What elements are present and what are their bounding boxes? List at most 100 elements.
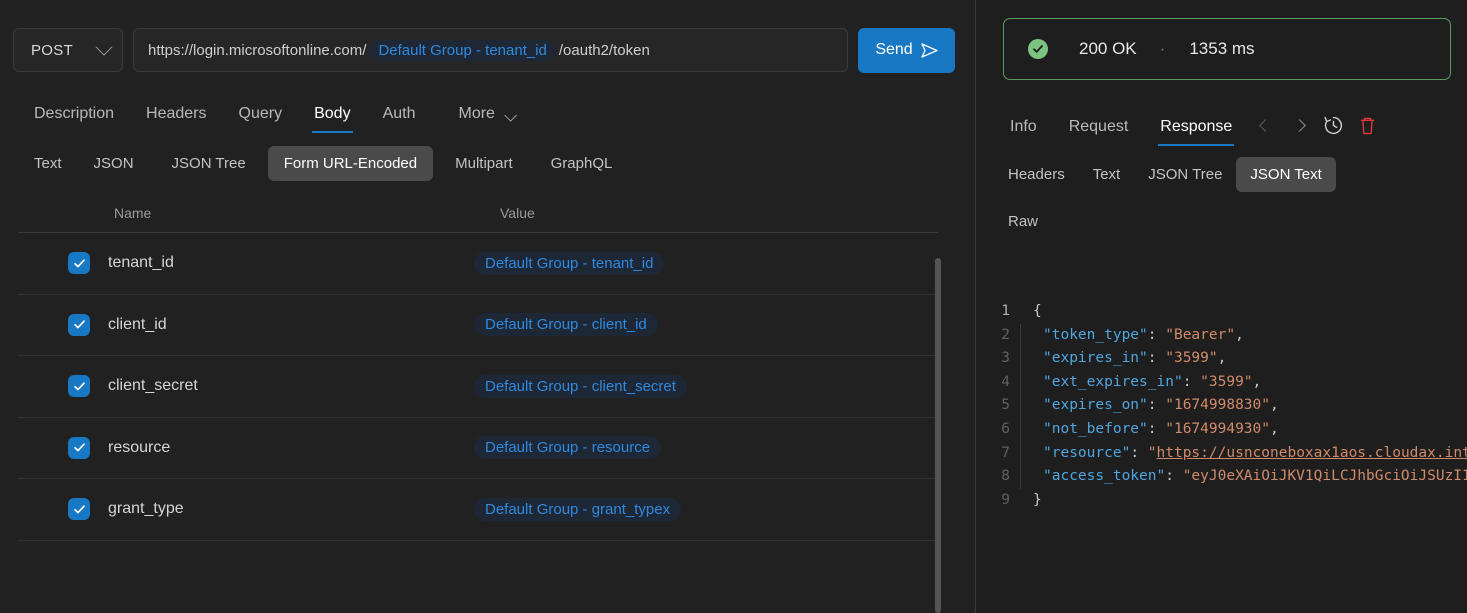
tab-body[interactable]: Body [298, 86, 366, 133]
send-plane-icon [921, 42, 938, 58]
response-tab-json-text[interactable]: JSON Text [1236, 156, 1336, 192]
chevron-left-icon[interactable] [1248, 110, 1282, 140]
table-row[interactable]: resource Default Group - resource [18, 418, 938, 479]
line-number: 6 [1001, 420, 1010, 437]
form-params-table: Name Value tenant_id Default Group - ten… [0, 193, 975, 546]
params-scrollbar[interactable] [935, 258, 941, 613]
indent-guide [1020, 347, 1021, 371]
param-value-chip[interactable]: Default Group - client_secret [474, 374, 687, 398]
tab-description[interactable]: Description [18, 86, 130, 133]
row-checkbox[interactable] [68, 375, 90, 398]
param-value-cell[interactable]: Default Group - client_secret [474, 374, 938, 398]
table-row[interactable]: tenant_id Default Group - tenant_id [18, 233, 938, 295]
response-tab-headers[interactable]: Headers [994, 157, 1079, 192]
param-name: grant_type [108, 500, 184, 518]
json-link[interactable]: https://usnconeboxax1aos.cloudax.int.dyn… [1157, 445, 1467, 461]
param-value-cell[interactable]: Default Group - client_id [474, 313, 938, 337]
body-tab-multipart[interactable]: Multipart [439, 146, 529, 181]
param-name: tenant_id [108, 254, 174, 272]
json-string: "eyJ0eXAiOiJKV1QiLCJhbGciOiJSUzI1NiIsIng… [1182, 468, 1467, 485]
code-text: } [1033, 489, 1042, 513]
trash-icon[interactable] [1350, 110, 1384, 140]
json-punct: : [1130, 444, 1148, 461]
param-value-cell[interactable]: Default Group - resource [474, 436, 938, 460]
response-tab-raw[interactable]: Raw [994, 209, 1052, 234]
tab-request[interactable]: Request [1053, 94, 1145, 146]
table-header-row: Name Value [18, 193, 938, 233]
table-row[interactable]: client_id Default Group - client_id [18, 295, 938, 356]
line-number: 1 [1001, 303, 1010, 319]
tab-auth[interactable]: Auth [367, 86, 432, 133]
url-prefix-text: https://login.microsoftonline.com/ [148, 41, 367, 59]
param-value-chip[interactable]: Default Group - grant_typex [474, 497, 682, 521]
tab-query[interactable]: Query [223, 86, 299, 133]
json-punct: , [1270, 420, 1279, 437]
json-punct: : [1147, 326, 1166, 343]
json-string: "3599" [1200, 373, 1253, 390]
send-button-label: Send [875, 41, 913, 58]
json-key: "expires_on" [1043, 397, 1148, 414]
indent-guide [1020, 489, 1021, 513]
row-checkbox[interactable] [68, 252, 90, 275]
body-tab-form-url-encoded[interactable]: Form URL-Encoded [267, 145, 434, 181]
row-checkbox[interactable] [68, 436, 90, 459]
body-tab-graphql[interactable]: GraphQL [535, 146, 629, 181]
indent-guide [1020, 394, 1021, 418]
code-text: { [1033, 300, 1042, 324]
check-icon [73, 320, 85, 329]
check-icon [73, 505, 85, 514]
param-value-cell[interactable]: Default Group - grant_typex [474, 497, 938, 521]
json-string: "3599" [1165, 350, 1218, 367]
tab-info[interactable]: Info [994, 94, 1053, 146]
code-text: "expires_on": "1674998830", [1033, 394, 1279, 418]
url-variable-chip[interactable]: Default Group - tenant_id [369, 39, 556, 61]
json-punct: : [1147, 420, 1166, 437]
indent-guide [1020, 465, 1021, 489]
table-row[interactable]: grant_type Default Group - grant_typex [18, 479, 938, 541]
json-punct: : [1147, 397, 1166, 414]
param-value-chip[interactable]: Default Group - tenant_id [474, 251, 665, 275]
json-key: "not_before" [1043, 420, 1148, 437]
body-tab-json-tree[interactable]: JSON Tree [156, 146, 262, 181]
tab-headers[interactable]: Headers [130, 86, 222, 133]
body-type-tabs: Text JSON JSON Tree Form URL-Encoded Mul… [0, 133, 975, 193]
param-value-chip[interactable]: Default Group - client_id [474, 313, 658, 337]
api-client-window: POST https://login.microsoftonline.com/ … [0, 0, 1467, 613]
json-string: " [1147, 444, 1157, 461]
json-key: "ext_expires_in" [1043, 373, 1183, 390]
param-value-cell[interactable]: Default Group - tenant_id [474, 251, 938, 275]
code-text: "resource": "https://usnconeboxax1aos.cl… [1033, 442, 1467, 466]
param-name: client_secret [108, 377, 198, 395]
table-row[interactable]: client_secret Default Group - client_sec… [18, 356, 938, 418]
history-icon[interactable] [1316, 110, 1350, 140]
json-string: "1674994930" [1165, 420, 1270, 437]
http-method-select[interactable]: POST [13, 28, 123, 72]
response-tab-text[interactable]: Text [1079, 157, 1135, 192]
json-key: "token_type" [1043, 326, 1148, 343]
row-checkbox[interactable] [68, 313, 90, 336]
url-input[interactable]: https://login.microsoftonline.com/ Defau… [133, 28, 848, 72]
more-tabs-button[interactable]: More [458, 105, 517, 133]
check-icon [73, 443, 85, 452]
code-text: "ext_expires_in": "3599", [1033, 371, 1261, 395]
response-tab-json-tree[interactable]: JSON Tree [1134, 157, 1236, 192]
body-tab-json[interactable]: JSON [78, 146, 150, 181]
send-button[interactable]: Send [858, 27, 955, 73]
row-checkbox[interactable] [68, 498, 90, 521]
request-panel: POST https://login.microsoftonline.com/ … [0, 0, 976, 613]
json-punct: : [1182, 373, 1201, 390]
json-code-viewer[interactable]: 1{2 "token_type": "Bearer", 3 "expires_in":… [976, 288, 1467, 613]
json-punct: : [1147, 350, 1166, 367]
chevron-down-icon [95, 38, 113, 56]
request-tabs: Description Headers Query Body Auth More [0, 86, 975, 133]
chevron-down-icon [504, 109, 517, 122]
response-tab-actions [1248, 110, 1384, 146]
code-line: 9} [976, 489, 1467, 513]
param-value-chip[interactable]: Default Group - resource [474, 436, 662, 460]
body-tab-text[interactable]: Text [18, 146, 78, 181]
json-punct: , [1235, 326, 1244, 343]
chevron-right-icon[interactable] [1282, 110, 1316, 140]
more-tabs-label: More [458, 105, 495, 122]
tab-response[interactable]: Response [1144, 94, 1248, 146]
code-line: 5 "expires_on": "1674998830", [976, 394, 1467, 418]
